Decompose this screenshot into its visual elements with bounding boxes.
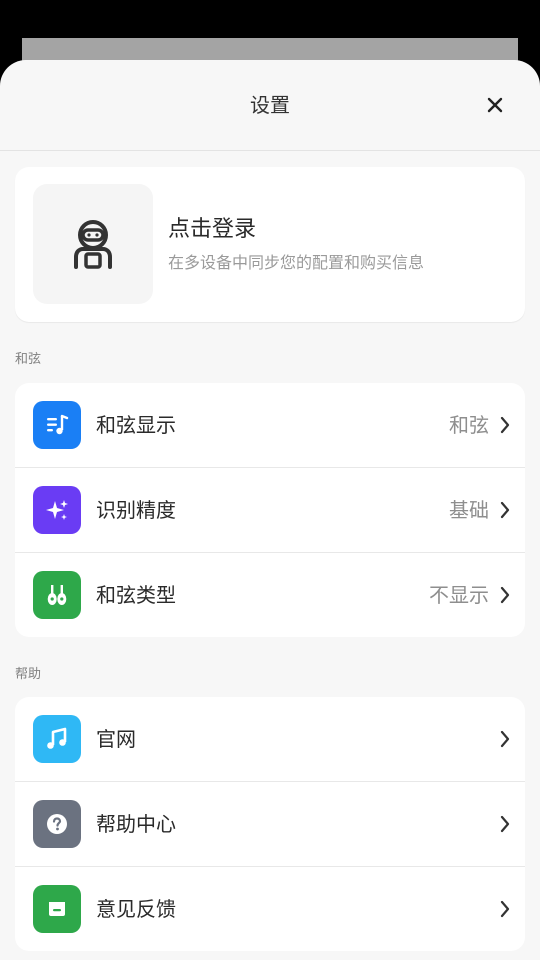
- section-label-chord: 和弦: [15, 352, 42, 367]
- chevron-right-icon: [500, 586, 510, 604]
- settings-group-chord: 和弦显示 和弦 识别精度 基础 和弦类型 不显示: [15, 383, 525, 637]
- row-label: 意见反馈: [96, 897, 176, 921]
- login-title: 点击登录: [168, 217, 257, 242]
- sheet-header: 设置: [0, 60, 540, 151]
- row-label: 和弦显示: [96, 413, 176, 437]
- chevron-right-icon: [500, 815, 510, 833]
- chevron-right-icon: [500, 416, 510, 434]
- settings-sheet: 设置 点击登录 在多设备中同步您的配置和购买信息 和弦 和弦显示 和弦 识别精度…: [0, 60, 540, 960]
- row-value: 和弦: [449, 413, 489, 437]
- music-list-icon: [33, 401, 81, 449]
- question-icon: [33, 800, 81, 848]
- astronaut-icon: [74, 220, 112, 269]
- settings-group-help: 官网 帮助中心 意见反馈: [15, 697, 525, 951]
- login-card[interactable]: 点击登录 在多设备中同步您的配置和购买信息: [15, 167, 525, 322]
- feedback-icon: [33, 885, 81, 933]
- row-label: 官网: [96, 727, 136, 751]
- row-label: 识别精度: [96, 498, 176, 522]
- row-recognition-accuracy[interactable]: 识别精度 基础: [15, 468, 525, 553]
- row-feedback[interactable]: 意见反馈: [15, 867, 525, 951]
- row-chord-display[interactable]: 和弦显示 和弦: [15, 383, 525, 468]
- avatar: [33, 184, 153, 304]
- chevron-right-icon: [500, 900, 510, 918]
- close-button[interactable]: [478, 90, 512, 120]
- row-label: 和弦类型: [96, 583, 176, 607]
- row-website[interactable]: 官网: [15, 697, 525, 782]
- row-value: 基础: [449, 498, 489, 522]
- row-help-center[interactable]: 帮助中心: [15, 782, 525, 867]
- music-note-icon: [33, 715, 81, 763]
- close-icon: [487, 97, 503, 113]
- sparkles-icon: [33, 486, 81, 534]
- row-chord-type[interactable]: 和弦类型 不显示: [15, 553, 525, 637]
- chevron-right-icon: [500, 730, 510, 748]
- row-value: 不显示: [429, 583, 489, 607]
- page-title: 设置: [250, 93, 290, 117]
- guitar-icon: [33, 571, 81, 619]
- section-label-help: 帮助: [15, 667, 42, 682]
- row-label: 帮助中心: [96, 812, 176, 836]
- login-subtitle: 在多设备中同步您的配置和购买信息: [168, 253, 425, 272]
- chevron-right-icon: [500, 501, 510, 519]
